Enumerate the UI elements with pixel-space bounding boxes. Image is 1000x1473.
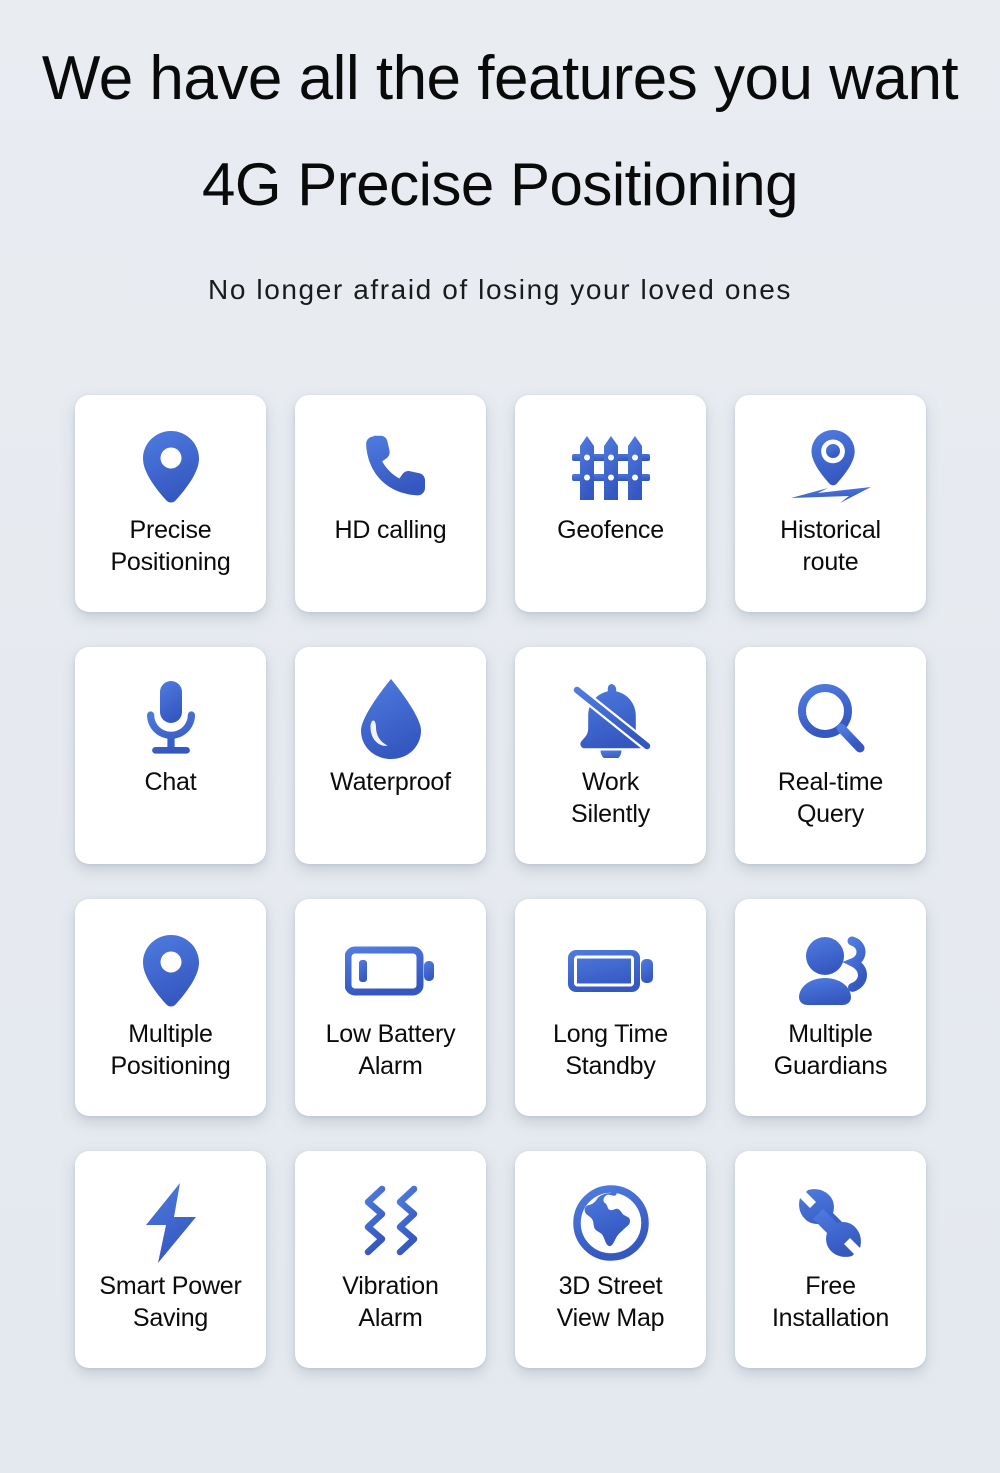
feature-card-label: Low Battery Alarm — [325, 1020, 456, 1080]
lightning-bolt-icon — [140, 1177, 202, 1269]
feature-card-label: Smart Power Saving — [99, 1272, 242, 1332]
globe-icon — [572, 1177, 650, 1269]
feature-card[interactable]: Waterproof — [295, 647, 486, 864]
vibration-icon — [356, 1177, 426, 1269]
search-icon — [794, 673, 868, 765]
feature-card[interactable]: Multiple Guardians — [735, 899, 926, 1116]
feature-card[interactable]: Long Time Standby — [515, 899, 706, 1116]
page-title-primary: We have all the features you want — [41, 44, 959, 113]
page-header: We have all the features you want 4G Pre… — [0, 0, 1000, 306]
feature-card-label: Geofence — [557, 516, 664, 544]
page-subtitle: No longer afraid of losing your loved on… — [208, 274, 792, 306]
feature-card[interactable]: Multiple Positioning — [75, 899, 266, 1116]
feature-card[interactable]: 3D Street View Map — [515, 1151, 706, 1368]
feature-card[interactable]: Chat — [75, 647, 266, 864]
feature-card-label: Vibration Alarm — [342, 1272, 439, 1332]
feature-card[interactable]: Free Installation — [735, 1151, 926, 1368]
feature-card-label: Multiple Positioning — [110, 1020, 231, 1080]
feature-card[interactable]: Vibration Alarm — [295, 1151, 486, 1368]
route-pin-icon — [788, 421, 874, 513]
feature-card[interactable]: Historical route — [735, 395, 926, 612]
bell-off-icon — [569, 673, 653, 765]
feature-card-label: Historical route — [780, 516, 881, 576]
feature-card[interactable]: Work Silently — [515, 647, 706, 864]
fence-icon — [570, 421, 652, 513]
feature-card-label: Multiple Guardians — [773, 1020, 888, 1080]
feature-grid: Precise Positioning HD calling Geofence His… — [75, 395, 928, 1368]
feature-card-label: HD calling — [334, 516, 447, 544]
feature-card-label: Real-time Query — [777, 768, 884, 828]
feature-card[interactable]: Precise Positioning — [75, 395, 266, 612]
feature-card-label: Long Time Standby — [553, 1020, 668, 1080]
feature-card-label: 3D Street View Map — [556, 1272, 665, 1332]
battery-low-icon — [344, 925, 437, 1017]
feature-card-label: Waterproof — [330, 768, 451, 796]
microphone-icon — [139, 673, 203, 765]
phone-icon — [353, 421, 429, 513]
feature-card-label: Work Silently — [571, 768, 650, 828]
feature-card[interactable]: Smart Power Saving — [75, 1151, 266, 1368]
water-drop-icon — [355, 673, 427, 765]
feature-card[interactable]: Geofence — [515, 395, 706, 612]
feature-card[interactable]: Low Battery Alarm — [295, 899, 486, 1116]
wrench-icon — [792, 1177, 870, 1269]
feature-card-label: Free Installation — [771, 1272, 890, 1332]
feature-showcase-page: We have all the features you want 4G Pre… — [0, 0, 1000, 1473]
feature-card-label: Precise Positioning — [110, 516, 231, 576]
users-icon — [789, 925, 873, 1017]
feature-card[interactable]: Real-time Query — [735, 647, 926, 864]
map-pin-icon — [138, 925, 204, 1017]
battery-full-icon — [565, 925, 657, 1017]
map-pin-icon — [138, 421, 204, 513]
page-title-secondary: 4G Precise Positioning — [202, 151, 798, 219]
feature-card-label: Chat — [144, 768, 197, 796]
feature-card[interactable]: HD calling — [295, 395, 486, 612]
